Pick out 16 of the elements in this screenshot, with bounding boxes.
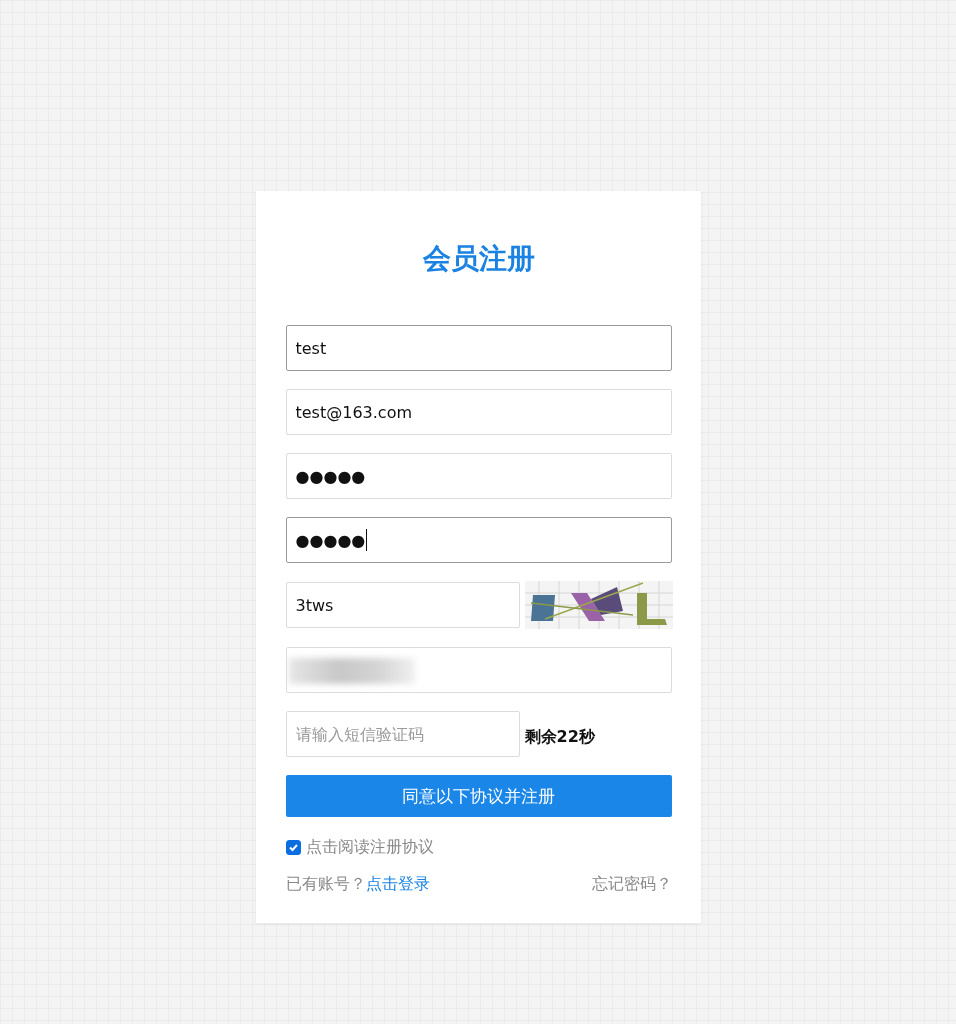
input-field[interactable]: ●●●●● bbox=[285, 517, 672, 563]
countdown-text: 剩余22秒 bbox=[524, 726, 595, 748]
input-field[interactable]: ●●●●● bbox=[285, 453, 672, 499]
input-field[interactable]: 3tws bbox=[285, 582, 520, 628]
agreement-link[interactable]: 点击阅读注册协议 bbox=[305, 837, 434, 858]
input-field[interactable] bbox=[285, 647, 672, 693]
input-field[interactable]: test bbox=[285, 325, 672, 371]
input-field[interactable]: 请输入短信验证码 bbox=[285, 711, 520, 757]
login-link[interactable]: 点击登录 bbox=[365, 874, 430, 893]
account-prompt: 已有账号？ bbox=[285, 874, 366, 893]
forgot-password-link[interactable]: 忘记密码？ bbox=[591, 874, 672, 895]
input-field[interactable]: test@163.com bbox=[285, 389, 672, 435]
checkbox[interactable] bbox=[285, 840, 301, 855]
register-button[interactable]: 同意以下协议并注册 bbox=[285, 775, 672, 817]
check-icon bbox=[287, 842, 299, 853]
form-title: 会员注册 bbox=[421, 241, 536, 277]
